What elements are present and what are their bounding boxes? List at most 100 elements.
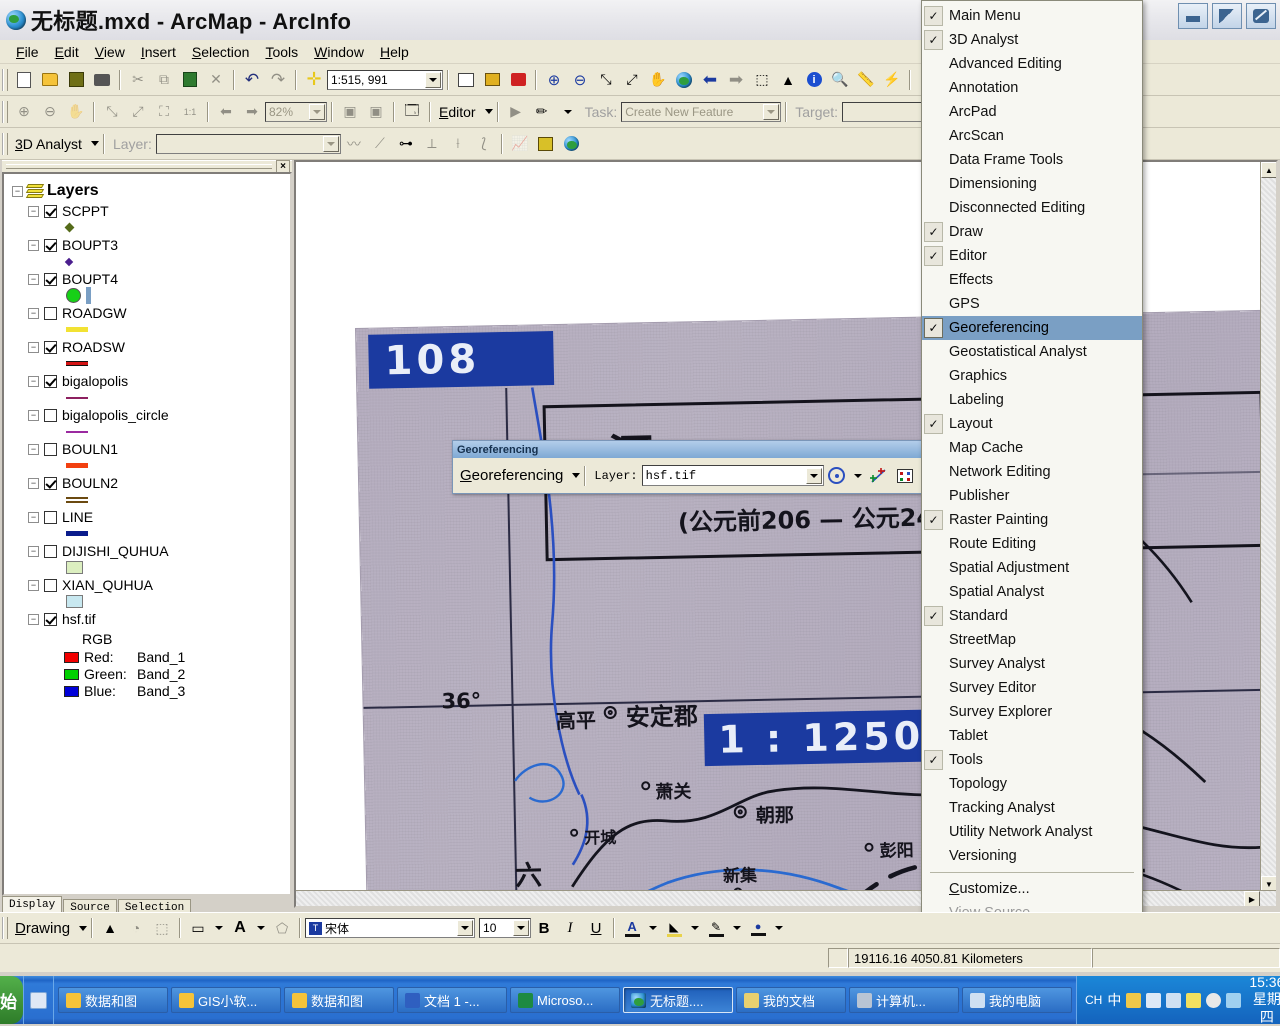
task-button-gis-tools[interactable]: GIS小软... (171, 987, 281, 1013)
underline-button[interactable]: U (584, 916, 608, 940)
sketch-dropdown-icon[interactable] (556, 100, 580, 124)
zoom-100-icon[interactable]: 1:1 (178, 100, 202, 124)
layer-visibility-checkbox[interactable] (44, 239, 57, 252)
open-folder-icon[interactable] (38, 68, 62, 92)
menu-item-streetmap[interactable]: StreetMap (922, 628, 1142, 652)
chevron-down-icon[interactable] (763, 104, 779, 120)
menu-item-network-editing[interactable]: Network Editing (922, 460, 1142, 484)
copy-icon[interactable]: ⧉ (152, 68, 176, 92)
select-elements-icon[interactable]: ▲ (98, 916, 122, 940)
fixed-zoom-in-icon[interactable]: ⤡ (100, 100, 124, 124)
toolbar-grip[interactable] (2, 69, 8, 91)
layer-visibility-checkbox[interactable] (44, 477, 57, 490)
italic-button[interactable]: I (558, 916, 582, 940)
interpolate-point-icon[interactable]: ⟂ (420, 132, 444, 156)
layer-visibility-checkbox[interactable] (44, 205, 57, 218)
menu-item-survey-analyst[interactable]: Survey Analyst (922, 652, 1142, 676)
fixed-zoom-out-icon[interactable]: ⤢ (126, 100, 150, 124)
menu-insert[interactable]: Insert (133, 42, 184, 62)
chevron-down-icon[interactable] (572, 473, 580, 478)
tablet-icon[interactable] (1166, 993, 1181, 1008)
analyst3d-menu-button[interactable]: 3D Analyst (11, 136, 86, 152)
arcscene-icon[interactable] (534, 132, 558, 156)
layer-visibility-checkbox[interactable] (44, 375, 57, 388)
menu-item-draw[interactable]: ✓Draw (922, 220, 1142, 244)
layer-visibility-checkbox[interactable] (44, 341, 57, 354)
layer-visibility-checkbox[interactable] (44, 613, 57, 626)
toolbars-customize-dropdown[interactable]: ✓Main Menu✓3D AnalystAdvanced EditingAnn… (921, 0, 1143, 923)
new-rectangle-icon[interactable]: ▭ (186, 916, 210, 940)
menu-item-customize[interactable]: Customize... (922, 877, 1142, 901)
georeferencing-toolbar[interactable]: Georeferencing Georeferencing Layer: hsf… (452, 440, 922, 494)
close-button[interactable] (1246, 3, 1276, 29)
font-size-combo[interactable]: 10 (479, 918, 531, 938)
collapse-icon[interactable]: − (28, 342, 39, 353)
ql-icon-1[interactable] (30, 992, 47, 1009)
print-icon[interactable] (90, 68, 114, 92)
steepest-path-icon[interactable]: ⟋ (368, 132, 392, 156)
menu-item-survey-explorer[interactable]: Survey Explorer (922, 700, 1142, 724)
task-button-word-doc[interactable]: 文档 1 -... (397, 987, 507, 1013)
menu-item-effects[interactable]: Effects (922, 268, 1142, 292)
menu-item-annotation[interactable]: Annotation (922, 76, 1142, 100)
toc-layer-bouln2[interactable]: − BOULN2 (28, 475, 286, 491)
full-extent-icon[interactable] (672, 68, 696, 92)
drawing-menu-button[interactable]: Drawing (11, 920, 74, 937)
menu-item-route-editing[interactable]: Route Editing (922, 532, 1142, 556)
menu-item-disconnected-editing[interactable]: Disconnected Editing (922, 196, 1142, 220)
font-name-combo[interactable]: T 宋体 (305, 918, 475, 938)
line-color-icon[interactable]: ✎ (704, 916, 728, 940)
task-button-excel[interactable]: Microso... (510, 987, 620, 1013)
select-features-icon[interactable]: ⬚ (750, 68, 774, 92)
interpolate-line-icon[interactable]: ⟊ (446, 132, 470, 156)
menu-tools[interactable]: Tools (257, 42, 306, 62)
fixed-zoom-in-icon[interactable]: ⤡ (594, 68, 618, 92)
scroll-up-arrow[interactable]: ▲ (1261, 162, 1277, 178)
font-color-icon[interactable]: A (620, 916, 644, 940)
menu-item-layout[interactable]: ✓Layout (922, 412, 1142, 436)
layer-visibility-checkbox[interactable] (44, 545, 57, 558)
menu-item-main-menu[interactable]: ✓Main Menu (922, 4, 1142, 28)
task-button-my-documents[interactable]: 我的文档 (736, 987, 846, 1013)
add-control-points-icon[interactable] (867, 464, 891, 488)
menu-item-labeling[interactable]: Labeling (922, 388, 1142, 412)
go-forward-extent-icon[interactable]: ➡ (240, 100, 264, 124)
pan-icon[interactable]: ✋ (646, 68, 670, 92)
georeferencing-layer-combo[interactable]: hsf.tif (642, 465, 824, 486)
menu-window[interactable]: Window (306, 42, 372, 62)
qq-icon[interactable] (1206, 993, 1221, 1008)
maximize-button[interactable] (1212, 3, 1242, 29)
back-extent-icon[interactable]: ⬅ (698, 68, 722, 92)
chevron-down-icon[interactable] (254, 916, 268, 940)
task-button-folder-1[interactable]: 数据和图 (58, 987, 168, 1013)
ime-mode-icon[interactable]: 中 (1107, 990, 1121, 1010)
bold-button[interactable]: B (532, 916, 556, 940)
toc-layer-roadgw[interactable]: − ROADGW (28, 305, 286, 321)
change-layout-icon[interactable]: 🗔 (400, 100, 424, 124)
cut-icon[interactable]: ✂ (126, 68, 150, 92)
menu-item-dimensioning[interactable]: Dimensioning (922, 172, 1142, 196)
minimize-button[interactable] (1178, 3, 1208, 29)
zoom-out-icon[interactable]: ⊖ (568, 68, 592, 92)
toc-layer-scppt[interactable]: − SCPPT (28, 203, 286, 219)
rotate-dropdown-icon[interactable] (851, 464, 865, 488)
collapse-icon[interactable]: − (28, 444, 39, 455)
arcglobe-icon[interactable] (560, 132, 584, 156)
measure-icon[interactable]: 📏 (854, 68, 878, 92)
fill-color-icon[interactable]: ◣ (662, 916, 686, 940)
undo-icon[interactable]: ↶ (240, 68, 264, 92)
model-builder-icon[interactable] (506, 68, 530, 92)
layer-visibility-checkbox[interactable] (44, 511, 57, 524)
toc-tree[interactable]: − Layers − SCPPT − BOUPT3 − BOUPT4 (2, 172, 292, 896)
menu-item-gps[interactable]: GPS (922, 292, 1142, 316)
menu-item-survey-editor[interactable]: Survey Editor (922, 676, 1142, 700)
menu-item-graphics[interactable]: Graphics (922, 364, 1142, 388)
menu-item-spatial-analyst[interactable]: Spatial Analyst (922, 580, 1142, 604)
editor-task-combo[interactable]: Create New Feature (621, 102, 781, 122)
chevron-down-icon[interactable] (323, 136, 339, 152)
analyst3d-layer-combo[interactable] (156, 134, 341, 154)
menu-item-3d-analyst[interactable]: ✓3D Analyst (922, 28, 1142, 52)
collapse-icon[interactable]: − (28, 546, 39, 557)
start-button[interactable]: 始 (0, 976, 23, 1024)
chevron-down-icon[interactable] (309, 104, 325, 120)
